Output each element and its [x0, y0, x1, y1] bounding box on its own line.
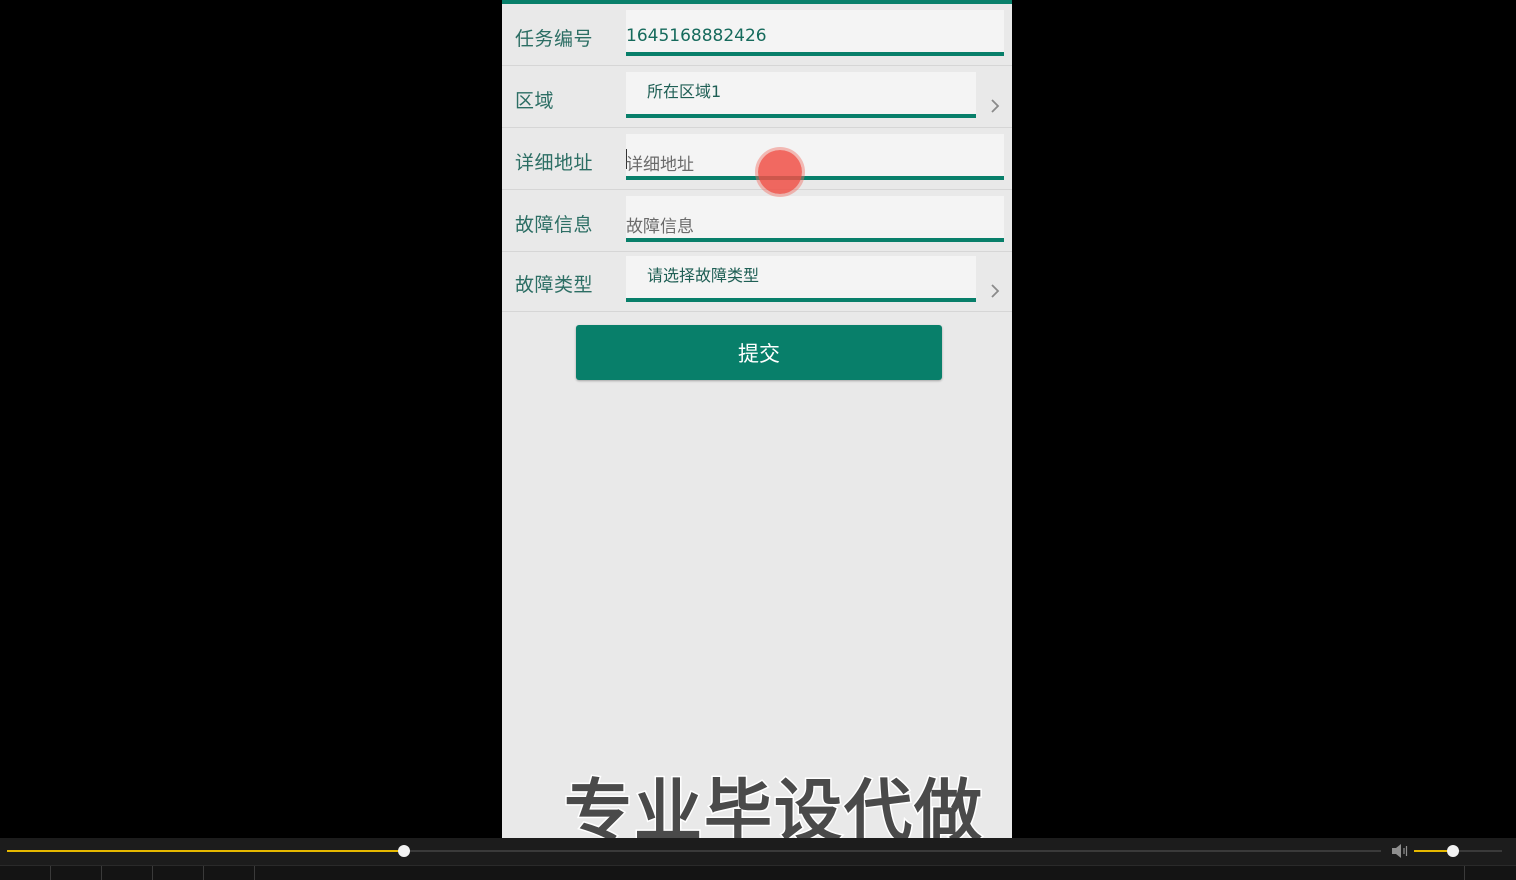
phone-screen: 任务编号 1645168882426 区域 所在区域1 详细地址 详细地址 故障…	[502, 0, 1012, 838]
seek-bar[interactable]	[7, 845, 1381, 857]
address-input[interactable]: 详细地址	[626, 134, 1004, 180]
address-label: 详细地址	[515, 152, 594, 174]
fault-type-select[interactable]: 请选择故障类型	[626, 256, 976, 302]
task-number-label: 任务编号	[515, 28, 594, 50]
bar-divider	[101, 866, 102, 880]
screen-stage: 任务编号 1645168882426 区域 所在区域1 详细地址 详细地址 故障…	[0, 0, 1516, 880]
volume-slider-handle[interactable]	[1446, 845, 1459, 857]
form-row-task-number: 任务编号 1645168882426	[502, 4, 1012, 66]
bar-divider	[254, 866, 255, 880]
seek-bar-progress	[7, 850, 405, 852]
task-number-field[interactable]: 1645168882426	[626, 10, 1004, 56]
bar-divider	[1464, 866, 1465, 880]
area-selected-value: 所在区域1	[647, 82, 722, 101]
fault-info-placeholder: 故障信息	[626, 217, 694, 237]
touch-indicator	[758, 150, 802, 194]
form-row-area: 区域 所在区域1	[502, 66, 1012, 128]
task-number-value: 1645168882426	[626, 26, 767, 46]
address-placeholder: 详细地址	[626, 155, 694, 175]
seek-bar-handle[interactable]	[398, 845, 411, 857]
watermark-text: 专业毕设代做	[562, 772, 985, 839]
volume-slider[interactable]	[1414, 845, 1502, 857]
bar-divider	[203, 866, 204, 880]
form-row-address: 详细地址 详细地址	[502, 128, 1012, 190]
chevron-right-icon[interactable]	[988, 284, 1002, 298]
submit-button[interactable]: 提交	[576, 325, 942, 380]
chevron-right-icon[interactable]	[988, 99, 1002, 113]
area-select[interactable]: 所在区域1	[626, 72, 976, 118]
volume-icon[interactable]	[1391, 843, 1409, 859]
fault-info-label: 故障信息	[515, 214, 594, 236]
bar-divider	[50, 866, 51, 880]
bar-divider	[152, 866, 153, 880]
form-row-fault-type: 故障类型 请选择故障类型	[502, 250, 1012, 312]
video-player-controls	[0, 838, 1516, 880]
form-row-fault-info: 故障信息 故障信息	[502, 190, 1012, 252]
area-label: 区域	[515, 90, 555, 112]
fault-type-label: 故障类型	[515, 274, 594, 296]
fault-info-input[interactable]: 故障信息	[626, 196, 1004, 242]
player-bottom-bar	[0, 865, 1516, 880]
fault-type-selected-value: 请选择故障类型	[647, 266, 760, 285]
